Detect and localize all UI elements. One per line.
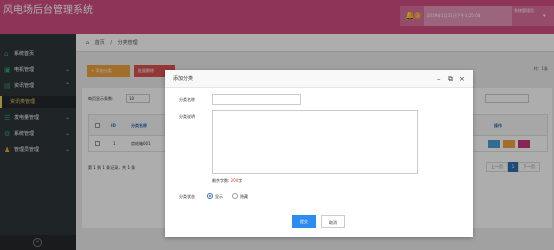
status-hide-label[interactable]: 隐藏 — [240, 194, 248, 200]
remaining-chars: 剩余字数: 200字 — [212, 178, 242, 184]
category-name-input[interactable] — [212, 94, 301, 105]
remaining-suffix: 字 — [238, 178, 243, 183]
add-category-dialog: 添加分类 – ⧉ × 分类名称 分类说明 剩余字数: 200字 分类状态 显示 … — [165, 70, 473, 237]
submit-button[interactable]: 提交 — [292, 215, 316, 228]
status-show-label[interactable]: 显示 — [215, 194, 223, 200]
remaining-label: 剩余字数: — [212, 178, 230, 183]
close-icon[interactable]: × — [459, 72, 465, 86]
cancel-button[interactable]: 取消 — [321, 215, 345, 228]
dialog-header: 添加分类 – ⧉ × — [165, 70, 473, 88]
desc-label: 分类说明 — [179, 114, 195, 119]
name-label: 分类名称 — [179, 97, 195, 102]
status-label: 分类状态 — [179, 194, 195, 199]
status-hide-radio[interactable] — [232, 193, 238, 199]
category-description-textarea[interactable] — [212, 110, 418, 174]
minimize-icon[interactable]: – — [437, 72, 441, 86]
maximize-icon[interactable]: ⧉ — [448, 72, 453, 86]
dialog-title: 添加分类 — [173, 76, 194, 82]
status-show-radio[interactable] — [207, 193, 213, 199]
